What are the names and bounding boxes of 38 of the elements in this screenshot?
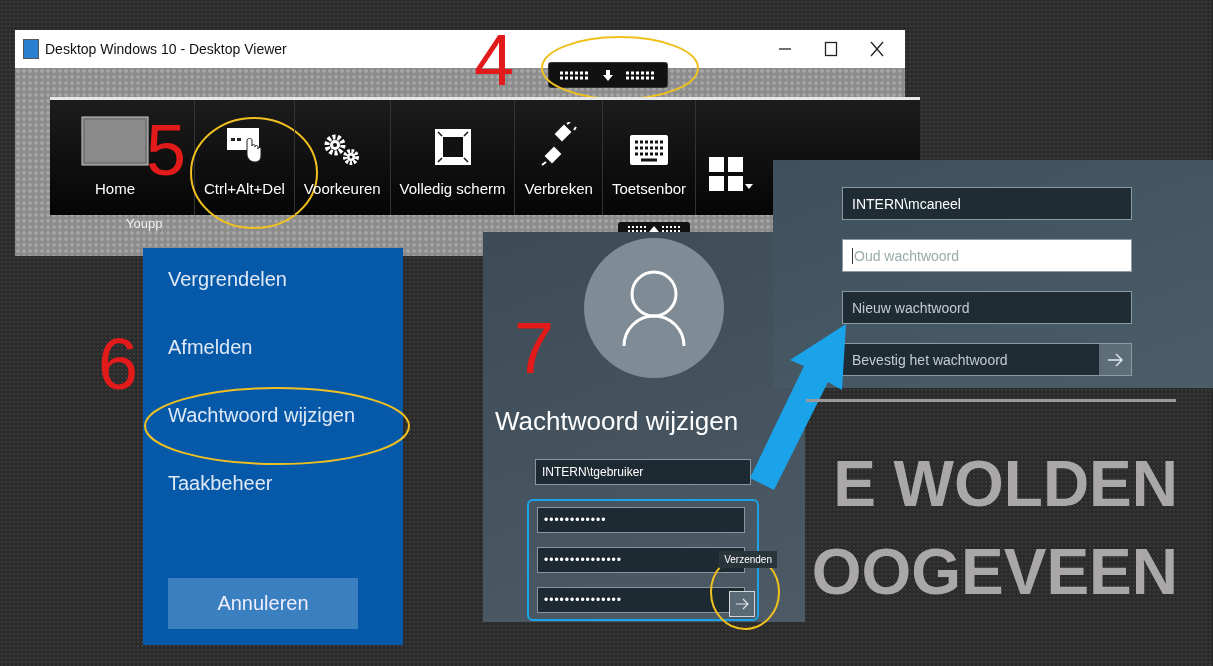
keyboard-icon <box>629 134 669 166</box>
window-hand-icon <box>225 126 264 166</box>
step-number: 5 <box>146 114 187 186</box>
step-number: 4 <box>474 24 515 96</box>
password-field[interactable]: •••••••••••• <box>537 507 745 533</box>
close-icon[interactable] <box>869 41 885 57</box>
toolbar-button[interactable]: Volledig scherm <box>390 100 515 215</box>
window-title: Desktop Windows 10 - Desktop Viewer <box>45 41 288 57</box>
menu-item[interactable]: Afmelden <box>168 334 253 359</box>
maximize-icon[interactable] <box>823 41 839 57</box>
username-field[interactable]: INTERN\tgebruiker <box>535 459 751 485</box>
toolbar-button[interactable]: Ctrl+Alt+Del <box>195 100 294 215</box>
dialog-title: Wachtwoord wijzigen <box>495 406 739 437</box>
app-icon <box>23 39 39 59</box>
banner-text: E WOLDEN <box>833 447 1178 522</box>
cancel-button[interactable]: Annuleren <box>168 578 358 629</box>
user-avatar-icon <box>584 238 724 378</box>
tooltip: Verzenden <box>719 551 777 568</box>
step-number: 7 <box>514 312 555 384</box>
connection-bar-icon[interactable] <box>548 62 668 88</box>
menu-item[interactable]: Vergrendelen <box>168 266 287 291</box>
banner-text: OOGEVEEN <box>811 535 1178 610</box>
plug-icon <box>539 122 578 166</box>
menu-item[interactable]: Taakbeheer <box>168 470 273 495</box>
arrow-right-icon <box>735 598 749 610</box>
password-field[interactable]: ••••••••••••••• <box>537 587 745 613</box>
desktop-icon-label: Youpp <box>126 216 163 231</box>
password-field[interactable]: Nieuw wachtwoord <box>842 291 1132 324</box>
password-field[interactable]: Bevestig het wachtwoord <box>842 343 1132 376</box>
arrow-right-icon <box>1107 352 1123 367</box>
submit-button[interactable] <box>1099 344 1131 375</box>
step-number: 6 <box>98 328 139 400</box>
username-field[interactable]: INTERN\mcaneel <box>842 187 1132 220</box>
monitor-icon <box>81 116 149 166</box>
toolbar-button[interactable]: Verbreken <box>515 100 602 215</box>
submit-button[interactable] <box>729 591 755 617</box>
toolbar-button[interactable]: Toetsenbor <box>602 100 696 215</box>
fullscreen-icon <box>433 128 472 166</box>
